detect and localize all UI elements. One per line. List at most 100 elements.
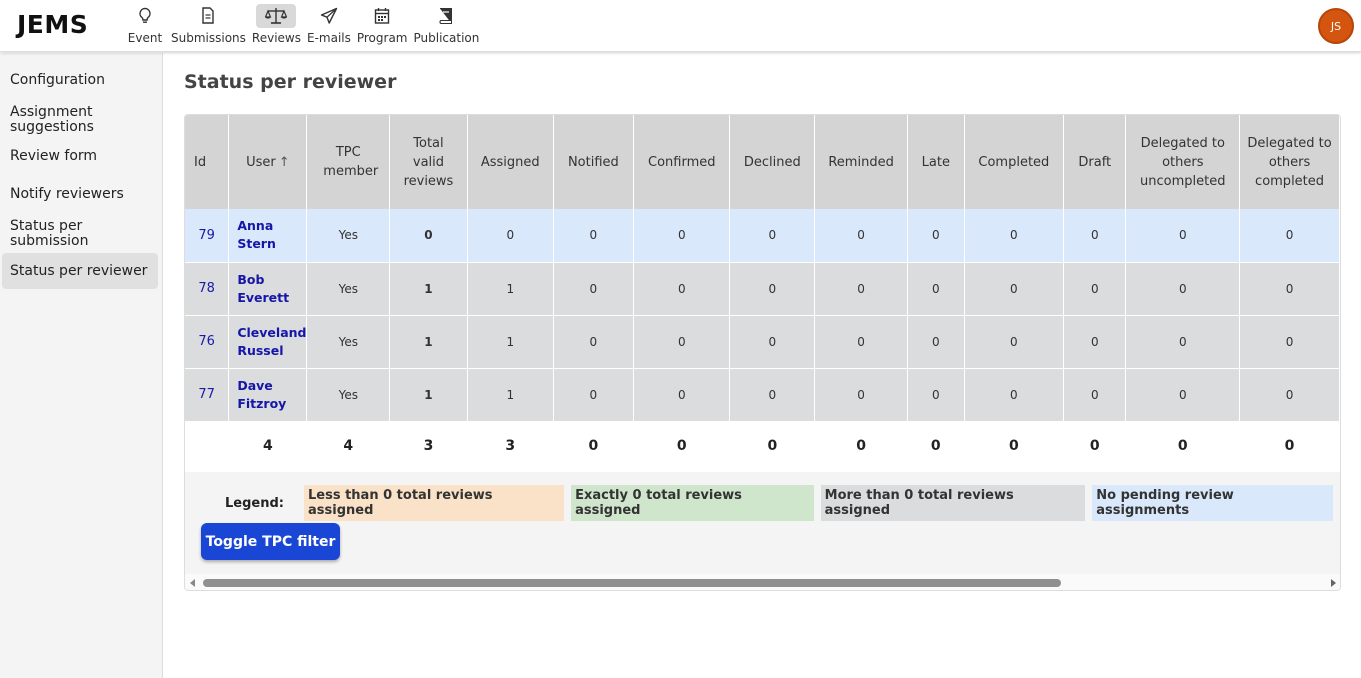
col-header-declined[interactable]: Declined [729,115,816,209]
legend-item-more-than: More than 0 total reviews assigned [820,485,1086,521]
paper-plane-icon [309,4,349,28]
nav-program[interactable]: Program [354,3,411,45]
user-last-name[interactable]: Russel [237,343,283,358]
scroll-left-arrow-icon[interactable] [190,579,195,587]
cell-id[interactable]: 77 [185,368,230,422]
lightbulb-icon [125,4,165,28]
nav-submissions-label: Submissions [171,31,246,45]
document-icon [188,4,228,28]
cell-value: 0 [729,368,816,422]
cell-value: 0 [729,262,816,316]
col-header-label: Delegated to others completed [1247,135,1332,189]
cell-value: 0 [553,209,635,263]
total-cell: 4 [306,421,390,472]
col-header-confirmed[interactable]: Confirmed [633,115,731,209]
nav-submissions[interactable]: Submissions [168,3,249,45]
cell-value: 0 [633,262,731,316]
nav-publication[interactable]: Publication [411,3,483,45]
total-cell: 3 [467,421,554,472]
cell-value: 0 [1063,315,1127,369]
cell-tpc-member: Yes [306,368,391,422]
total-cell: 0 [553,421,634,472]
total-cell: 3 [389,421,468,472]
cell-value: 0 [814,262,908,316]
col-header-late[interactable]: Late [907,115,965,209]
cell-value: 0 [1125,262,1241,316]
col-header-completed[interactable]: Completed [964,115,1065,209]
cell-value: 0 [907,368,965,422]
cell-value: 0 [964,368,1065,422]
sidebar-item-review-form[interactable]: Review form [2,149,158,164]
col-header-label: TPC member [323,145,379,179]
sidebar-item-notify-reviewers[interactable]: Notify reviewers [2,187,158,202]
scrollbar-thumb[interactable] [203,579,1061,587]
cell-value: 0 [814,209,908,263]
nav-event-label: Event [127,31,163,45]
col-header-label: Delegated to others uncompleted [1140,135,1226,189]
app-logo[interactable]: JEMS [17,10,88,39]
col-header-delegated-completed[interactable]: Delegated to others completed [1239,115,1340,209]
user-first-name[interactable]: Cleveland [237,325,306,340]
cell-id[interactable]: 79 [185,209,230,263]
table-row: 79 Anna Stern Yes 0 0 0 0 0 0 0 0 0 0 0 [185,209,1340,263]
col-header-delegated-uncompleted[interactable]: Delegated to others uncompleted [1125,115,1241,209]
col-header-draft[interactable]: Draft [1063,115,1127,209]
calendar-icon [362,4,402,28]
cell-value: 0 [389,209,468,263]
col-header-user[interactable]: User ↑ [228,115,308,209]
col-header-assigned[interactable]: Assigned [467,115,554,209]
horizontal-scrollbar[interactable] [185,574,1340,590]
col-header-tpc-member[interactable]: TPC member [306,115,391,209]
col-header-notified[interactable]: Notified [553,115,635,209]
cell-value: 0 [729,209,816,263]
user-avatar[interactable]: JS [1318,8,1354,44]
user-first-name[interactable]: Dave [237,378,272,393]
col-header-id[interactable]: Id [185,115,230,209]
cell-value: 0 [907,262,965,316]
toggle-tpc-filter-button[interactable]: Toggle TPC filter [201,523,340,560]
cell-value: 0 [1125,368,1241,422]
sidebar-item-assignment-suggestions[interactable]: Assignment suggestions [2,105,158,135]
cell-value: 0 [814,368,908,422]
nav-emails[interactable]: E-mails [304,3,354,45]
cell-value: 0 [553,315,635,369]
cell-value: 0 [633,209,731,263]
cell-tpc-member: Yes [306,315,391,369]
cell-value: 0 [1239,209,1340,263]
user-first-name[interactable]: Bob [237,272,264,287]
cell-id[interactable]: 78 [185,262,230,316]
col-header-reminded[interactable]: Reminded [814,115,908,209]
cell-value: 0 [964,209,1065,263]
reviewer-status-table: Id User ↑ TPC member Total valid reviews … [185,115,1340,472]
user-last-name[interactable]: Everett [237,290,289,305]
user-first-name[interactable]: Anna [237,218,273,233]
cell-user[interactable]: Cleveland Russel [228,315,308,369]
cell-value: 0 [907,209,965,263]
sidebar-item-configuration[interactable]: Configuration [2,73,158,88]
cell-user[interactable]: Bob Everett [228,262,308,316]
total-cell: 0 [964,421,1064,472]
user-last-name[interactable]: Stern [237,236,276,251]
reviewer-status-panel: Id User ↑ TPC member Total valid reviews … [184,114,1341,591]
sidebar-item-label: Assignment suggestions [10,104,94,135]
scroll-right-arrow-icon[interactable] [1331,579,1336,587]
table-row: 78 Bob Everett Yes 1 1 0 0 0 0 0 0 0 0 0 [185,262,1340,316]
cell-value: 0 [1239,315,1340,369]
col-header-total-valid-reviews[interactable]: Total valid reviews [389,115,468,209]
cell-user[interactable]: Dave Fitzroy [228,368,308,422]
cell-id[interactable]: 76 [185,315,230,369]
sidebar-item-status-per-submission[interactable]: Status per submission [2,219,158,249]
sidebar-item-status-per-reviewer[interactable]: Status per reviewer [2,253,158,289]
cell-user[interactable]: Anna Stern [228,209,308,263]
total-cell: 4 [228,421,307,472]
book-icon [426,4,466,28]
sidebar: Configuration Assignment suggestions Rev… [0,53,163,678]
user-last-name[interactable]: Fitzroy [237,396,286,411]
cell-value: 0 [1063,368,1127,422]
nav-reviews[interactable]: Reviews [249,3,304,45]
legend-title: Legend: [225,495,284,511]
nav-event[interactable]: Event [122,3,168,45]
cell-value: 0 [1063,262,1127,316]
cell-value: 1 [389,262,468,316]
nav-publication-label: Publication [413,31,480,45]
